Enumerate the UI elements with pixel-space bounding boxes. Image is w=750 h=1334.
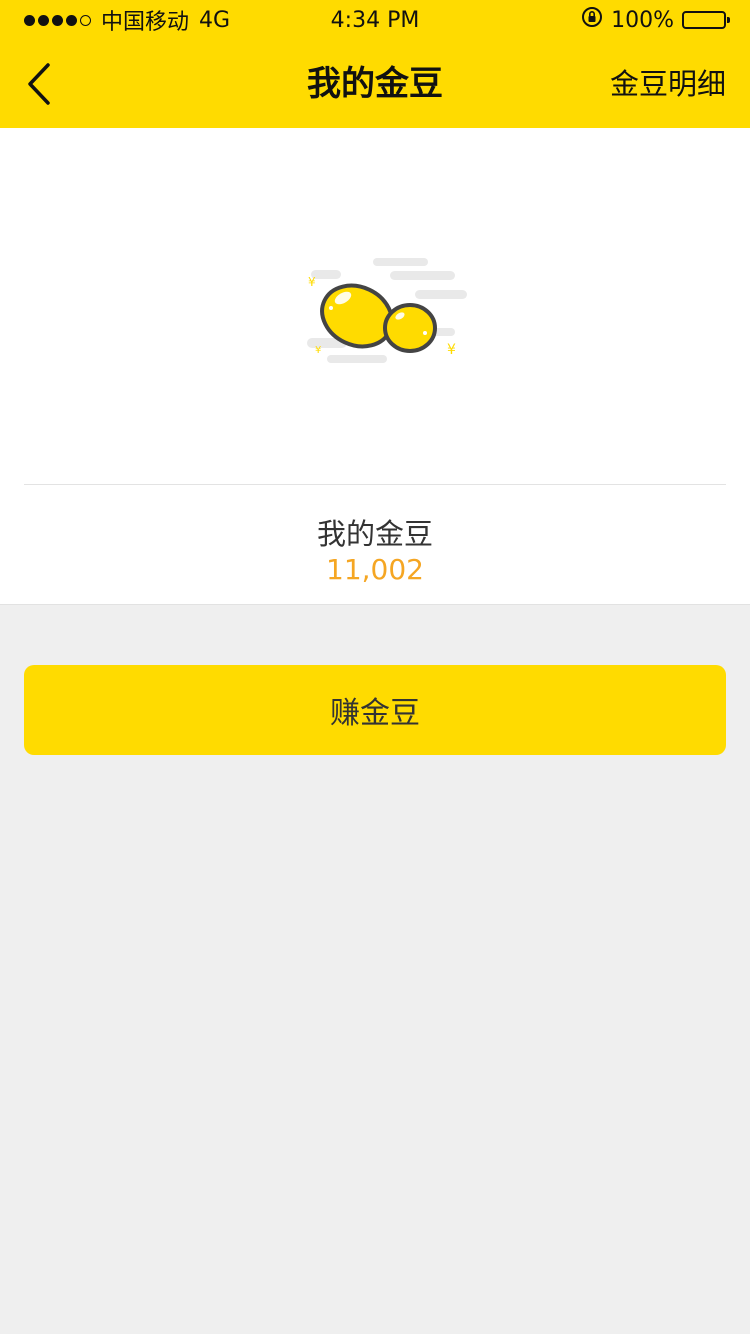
balance-label: 我的金豆: [316, 517, 433, 551]
battery-group: 100%: [581, 6, 730, 34]
carrier-group: 中国移动 4G: [24, 4, 230, 36]
signal-strength-icon: [24, 14, 91, 26]
carrier-name: 中国移动: [101, 10, 190, 35]
divider: [24, 484, 726, 485]
bean-details-link[interactable]: 金豆明细: [610, 40, 726, 128]
navigation-bar: 我的金豆 金豆明细: [0, 40, 750, 128]
battery-icon: [682, 11, 730, 29]
network-type: 4G: [199, 7, 231, 33]
balance-card: ¥ ¥ ¥ 我的金豆 11,002: [0, 128, 750, 605]
rotation-lock-icon: [581, 6, 603, 34]
svg-text:¥: ¥: [308, 275, 316, 289]
gold-beans-icon: ¥ ¥ ¥: [295, 258, 475, 373]
battery-percent: 100%: [611, 7, 674, 33]
earn-beans-button[interactable]: 赚金豆: [24, 665, 726, 755]
status-bar: 中国移动 4G 4:34 PM 100%: [0, 0, 750, 40]
balance-value: 11,002: [326, 553, 424, 586]
svg-text:¥: ¥: [315, 345, 321, 356]
svg-text:¥: ¥: [447, 342, 456, 358]
